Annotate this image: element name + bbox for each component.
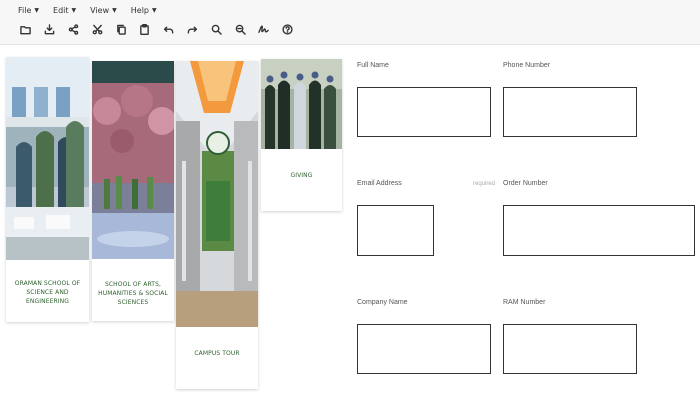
card-caption: CAMPUS TOUR xyxy=(194,350,240,357)
zoom-in-button[interactable] xyxy=(204,20,228,38)
download-icon xyxy=(44,23,55,34)
ram-number-label: RAM Number xyxy=(503,299,546,306)
undo-icon xyxy=(164,26,174,34)
signature-icon xyxy=(258,25,270,33)
share-button[interactable] xyxy=(62,20,86,38)
card-image xyxy=(92,61,174,259)
hallway-photo-image xyxy=(176,61,258,327)
chevron-down-icon: ▼ xyxy=(112,6,117,14)
menu-view[interactable]: View ▼ xyxy=(90,3,117,17)
chevron-down-icon: ▼ xyxy=(71,6,77,14)
company-name-label: Company Name xyxy=(357,299,408,306)
toolbar xyxy=(14,20,300,38)
card-caption: ORAMAN SCHOOL OF SCIENCE AND ENGINEERING xyxy=(14,280,81,305)
lab-photo-image xyxy=(6,57,89,260)
menu-edit-label: Edit xyxy=(53,5,69,15)
full-name-label: Full Name xyxy=(357,62,389,69)
redo-icon xyxy=(187,26,198,34)
menu-view-label: View xyxy=(90,5,110,15)
zoom-in-icon xyxy=(211,24,222,35)
top-bar: File ▼ Edit ▼ View ▼ Help ▼ xyxy=(0,0,700,45)
copy-icon xyxy=(116,24,126,35)
email-required-hint: required xyxy=(473,181,496,187)
menu-help-label: Help xyxy=(130,5,149,15)
card-school-of-arts[interactable]: SCHOOL OF ARTS, HUMANITIES & SOCIAL SCIE… xyxy=(92,61,174,321)
menu-edit[interactable]: Edit ▼ xyxy=(53,3,76,17)
menu-file-label: File xyxy=(18,5,32,15)
clipboard-icon xyxy=(140,23,150,35)
card-image xyxy=(6,57,89,260)
card-caption: GIVING xyxy=(290,172,313,179)
chevron-down-icon: ▼ xyxy=(152,6,157,14)
share-icon xyxy=(68,23,79,35)
email-address-field[interactable] xyxy=(357,205,434,256)
menu-help[interactable]: Help ▼ xyxy=(131,3,157,17)
order-number-label: Order Number xyxy=(503,180,548,187)
courtyard-photo-image xyxy=(92,61,174,259)
full-name-field[interactable] xyxy=(357,87,491,137)
help-button[interactable] xyxy=(276,20,300,38)
email-address-label: Email Address xyxy=(357,180,402,187)
ram-number-field[interactable] xyxy=(503,324,637,374)
signature-button[interactable] xyxy=(252,20,276,38)
card-campus-tour[interactable]: CAMPUS TOUR xyxy=(176,61,258,389)
content-area: ORAMAN SCHOOL OF SCIENCE AND ENGINEERING xyxy=(0,45,700,400)
card-image xyxy=(176,61,258,327)
cut-button[interactable] xyxy=(85,20,109,38)
order-number-field[interactable] xyxy=(503,205,695,256)
card-image xyxy=(261,59,342,149)
folder-icon xyxy=(20,25,32,34)
chevron-down-icon: ▼ xyxy=(34,6,40,14)
group-photo-image xyxy=(261,59,342,149)
cut-icon xyxy=(92,24,103,34)
card-school-of-science[interactable]: ORAMAN SCHOOL OF SCIENCE AND ENGINEERING xyxy=(6,57,89,322)
zoom-out-icon xyxy=(235,24,246,35)
phone-number-label: Phone Number xyxy=(503,62,551,69)
help-icon xyxy=(282,23,293,35)
download-button[interactable] xyxy=(38,20,62,38)
menu-bar: File ▼ Edit ▼ View ▼ Help ▼ xyxy=(18,3,171,17)
open-folder-button[interactable] xyxy=(14,20,38,38)
phone-number-field[interactable] xyxy=(503,87,637,137)
copy-button[interactable] xyxy=(109,20,133,38)
redo-button[interactable] xyxy=(181,20,205,38)
paste-button[interactable] xyxy=(133,20,157,38)
zoom-out-button[interactable] xyxy=(228,20,252,38)
card-giving[interactable]: GIVING xyxy=(261,59,342,211)
card-caption: SCHOOL OF ARTS, HUMANITIES & SOCIAL SCIE… xyxy=(98,281,168,306)
company-name-field[interactable] xyxy=(357,324,491,374)
undo-button[interactable] xyxy=(157,20,181,38)
menu-file[interactable]: File ▼ xyxy=(18,3,39,17)
